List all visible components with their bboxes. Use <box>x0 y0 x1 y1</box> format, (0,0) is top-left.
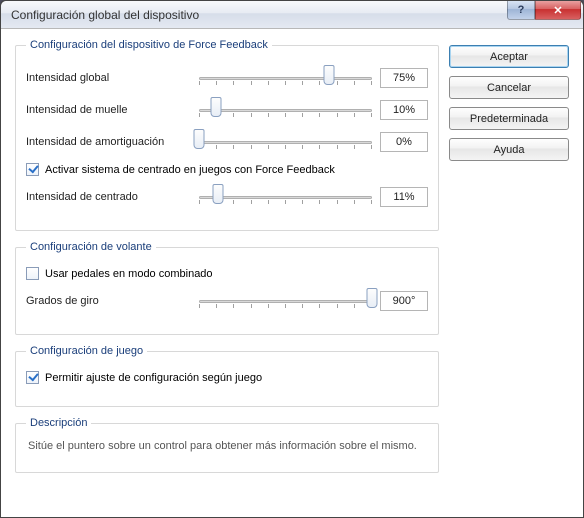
overall-strength-row: Intensidad global 75% <box>26 67 428 89</box>
centering-strength-label: Intensidad de centrado <box>26 191 191 203</box>
damper-strength-row: Intensidad de amortiguación 0% <box>26 131 428 153</box>
damper-strength-label: Intensidad de amortiguación <box>26 136 191 148</box>
left-column: Configuración del dispositivo de Force F… <box>15 39 439 483</box>
overall-strength-label: Intensidad global <box>26 72 191 84</box>
combined-pedals-checkbox[interactable] <box>26 267 39 280</box>
overall-strength-value: 75% <box>380 68 428 88</box>
slider-thumb[interactable] <box>211 97 222 117</box>
close-icon[interactable]: ✕ <box>535 1 581 20</box>
description-group: Descripción Sitúe el puntero sobre un co… <box>15 417 439 473</box>
overall-strength-slider[interactable] <box>199 67 372 89</box>
slider-thumb[interactable] <box>213 184 224 204</box>
description-text: Sitúe el puntero sobre un control para o… <box>26 437 428 460</box>
defaults-button[interactable]: Predeterminada <box>449 107 569 130</box>
combined-pedals-label: Usar pedales en modo combinado <box>45 268 213 280</box>
help-button[interactable]: Ayuda <box>449 138 569 161</box>
damper-strength-value: 0% <box>380 132 428 152</box>
game-legend: Configuración de juego <box>26 345 147 357</box>
ok-button[interactable]: Aceptar <box>449 45 569 68</box>
window-buttons: ? ✕ <box>507 1 581 20</box>
slider-thumb[interactable] <box>367 288 378 308</box>
wheel-legend: Configuración de volante <box>26 241 156 253</box>
force-feedback-group: Configuración del dispositivo de Force F… <box>15 39 439 231</box>
allow-game-row: Permitir ajuste de configuración según j… <box>26 371 428 384</box>
centering-strength-row: Intensidad de centrado 11% <box>26 186 428 208</box>
force-feedback-legend: Configuración del dispositivo de Force F… <box>26 39 272 51</box>
wheel-group: Configuración de volante Usar pedales en… <box>15 241 439 335</box>
centering-strength-slider[interactable] <box>199 186 372 208</box>
allow-game-checkbox[interactable] <box>26 371 39 384</box>
centering-checkbox-label: Activar sistema de centrado en juegos co… <box>45 164 335 176</box>
combined-pedals-row: Usar pedales en modo combinado <box>26 267 428 280</box>
spring-strength-slider[interactable] <box>199 99 372 121</box>
titlebar[interactable]: Configuración global del dispositivo ? ✕ <box>1 1 583 29</box>
button-column: Aceptar Cancelar Predeterminada Ayuda <box>449 39 569 483</box>
spring-strength-row: Intensidad de muelle 10% <box>26 99 428 121</box>
rotation-value: 900° <box>380 291 428 311</box>
slider-thumb[interactable] <box>194 129 205 149</box>
description-legend: Descripción <box>26 417 91 429</box>
damper-strength-slider[interactable] <box>199 131 372 153</box>
centering-strength-value: 11% <box>380 187 428 207</box>
allow-game-label: Permitir ajuste de configuración según j… <box>45 372 262 384</box>
rotation-row: Grados de giro 900° <box>26 290 428 312</box>
centering-checkbox[interactable] <box>26 163 39 176</box>
client-area: Configuración del dispositivo de Force F… <box>1 29 583 493</box>
spring-strength-label: Intensidad de muelle <box>26 104 191 116</box>
window-title: Configuración global del dispositivo <box>11 8 199 22</box>
help-icon[interactable]: ? <box>507 1 535 20</box>
slider-thumb[interactable] <box>323 65 334 85</box>
cancel-button[interactable]: Cancelar <box>449 76 569 99</box>
dialog-window: Configuración global del dispositivo ? ✕… <box>0 0 584 518</box>
spring-strength-value: 10% <box>380 100 428 120</box>
rotation-slider[interactable] <box>199 290 372 312</box>
rotation-label: Grados de giro <box>26 295 191 307</box>
game-group: Configuración de juego Permitir ajuste d… <box>15 345 439 407</box>
centering-checkbox-row: Activar sistema de centrado en juegos co… <box>26 163 428 176</box>
